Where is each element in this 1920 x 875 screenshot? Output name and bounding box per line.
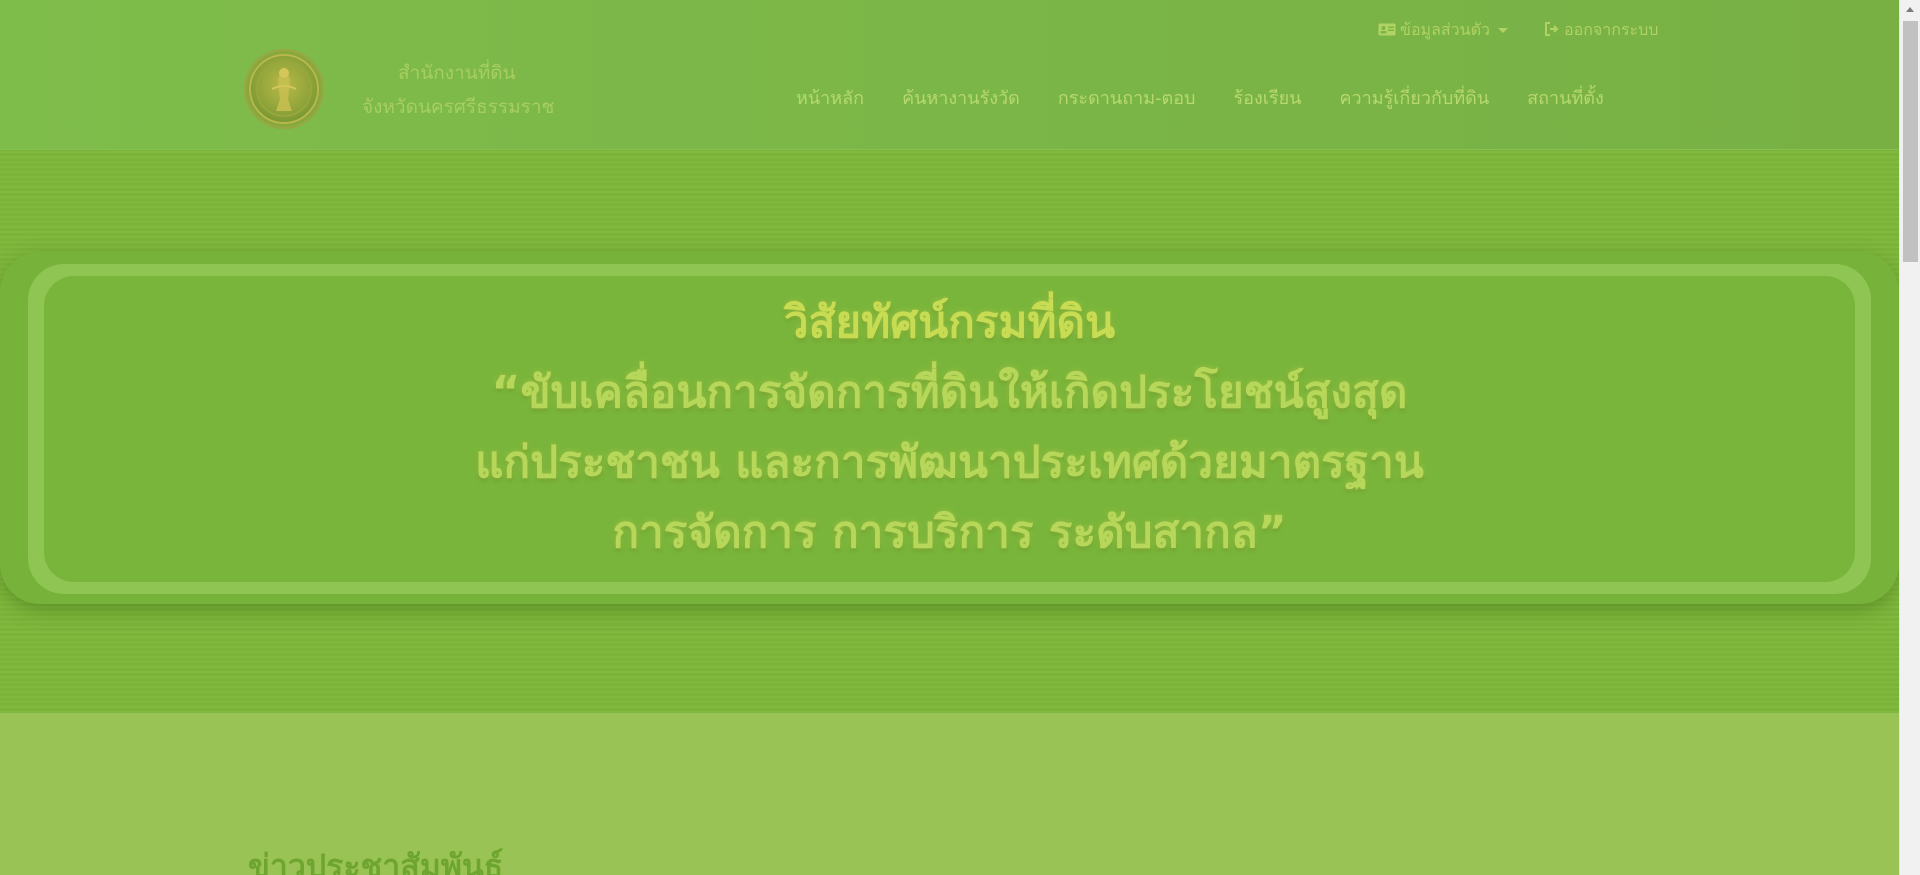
vision-title: วิสัยทัศน์กรมที่ดิน bbox=[783, 297, 1116, 348]
scrollbar-thumb[interactable] bbox=[1903, 21, 1918, 262]
news-section-title: ข่าวประชาสัมพันธ์ bbox=[248, 846, 504, 875]
vision-text: วิสัยทัศน์กรมที่ดิน “ขับเคลื่อนการจัดการ… bbox=[44, 288, 1855, 568]
logout-label: ออกจากระบบ bbox=[1564, 19, 1659, 39]
org-name-line2: จังหวัดนครศรีธรรมราช bbox=[362, 96, 555, 118]
vision-line-1: “ขับเคลื่อนการจัดการที่ดินให้เกิดประโยชน… bbox=[491, 367, 1408, 418]
nav-location[interactable]: สถานที่ตั้ง bbox=[1508, 86, 1623, 112]
org-name-line1: สำนักงานที่ดิน bbox=[398, 62, 516, 84]
nav-land-knowledge[interactable]: ความรู้เกี่ยวกับที่ดิน bbox=[1320, 86, 1508, 112]
nav-qa-board[interactable]: กระดานถาม-ตอบ bbox=[1039, 86, 1215, 112]
vision-line-3: การจัดการ การบริการ ระดับสากล” bbox=[612, 507, 1287, 558]
vision-line-2: แก่ประชาชน และการพัฒนาประเทศด้วยมาตรฐาน bbox=[475, 437, 1424, 488]
profile-menu[interactable]: ข้อมูลส่วนตัว bbox=[1378, 18, 1508, 42]
nav-complaint[interactable]: ร้องเรียน bbox=[1215, 86, 1321, 112]
land-department-seal-icon[interactable] bbox=[244, 49, 324, 129]
nav-home[interactable]: หน้าหลัก bbox=[796, 86, 883, 112]
id-card-icon bbox=[1378, 21, 1396, 40]
logout-link[interactable]: ออกจากระบบ bbox=[1544, 18, 1658, 42]
scroll-up-arrow-icon[interactable] bbox=[1906, 7, 1914, 12]
main-nav: หน้าหลัก ค้นหางานรังวัด กระดานถาม-ตอบ ร้… bbox=[796, 86, 1623, 112]
page-content: สำนักงานที่ดิน จังหวัดนครศรีธรรมราช ข้อม… bbox=[0, 0, 1899, 875]
seal-graphic bbox=[249, 54, 319, 124]
profile-menu-label: ข้อมูลส่วนตัว bbox=[1400, 19, 1490, 39]
page: สำนักงานที่ดิน จังหวัดนครศรีธรรมราช ข้อม… bbox=[0, 0, 1920, 875]
site-header: สำนักงานที่ดิน จังหวัดนครศรีธรรมราช ข้อม… bbox=[0, 0, 1899, 150]
vertical-scrollbar[interactable] bbox=[1899, 0, 1920, 875]
chevron-down-icon bbox=[1497, 27, 1508, 33]
nav-survey-search[interactable]: ค้นหางานรังวัด bbox=[883, 86, 1039, 112]
sign-out-icon bbox=[1544, 21, 1560, 40]
vision-banner: วิสัยทัศน์กรมที่ดิน “ขับเคลื่อนการจัดการ… bbox=[0, 150, 1899, 713]
